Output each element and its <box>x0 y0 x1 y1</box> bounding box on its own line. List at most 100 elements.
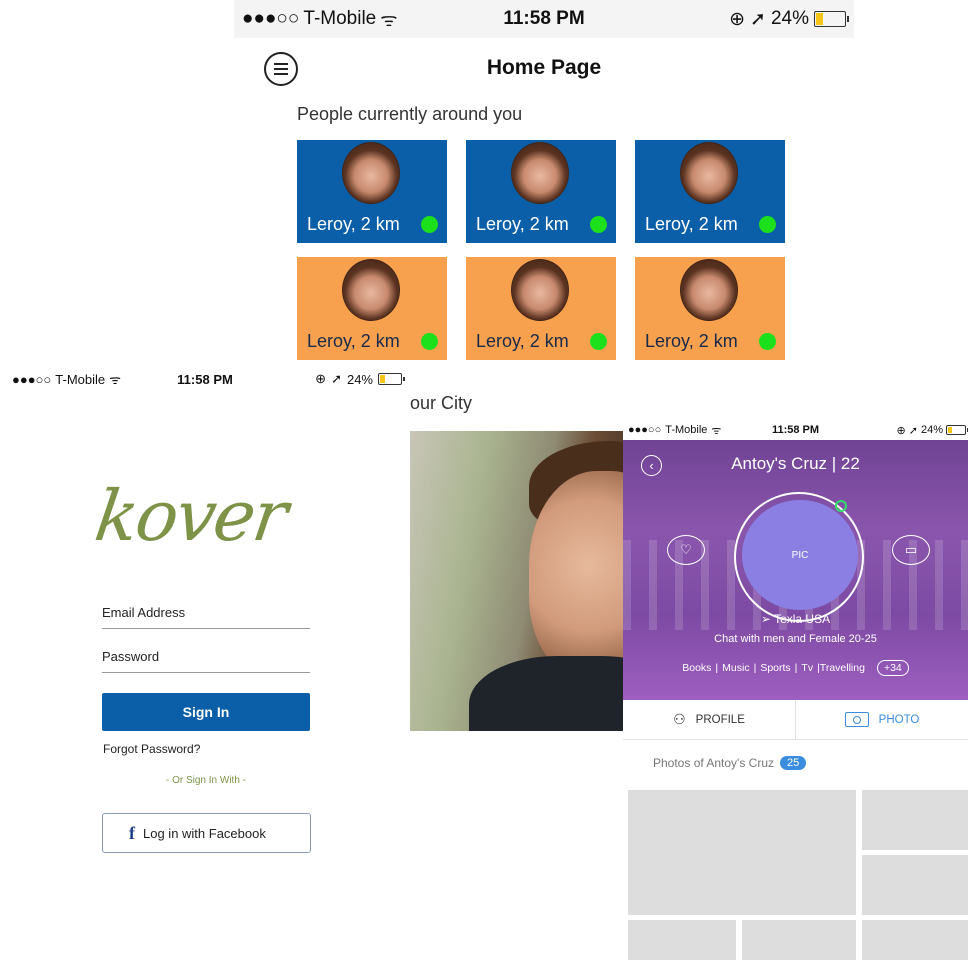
location-text: Texla USA <box>774 612 831 626</box>
tag-separator: | <box>715 662 719 674</box>
avatar <box>342 259 400 321</box>
person-card[interactable]: Leroy, 2 km <box>635 257 785 360</box>
battery-icon <box>814 11 849 27</box>
tag: Books <box>682 662 712 674</box>
status-right: ⊕ ➚ 24% <box>729 8 849 31</box>
carrier-name: T-Mobile <box>665 424 708 436</box>
photos-count-badge: 25 <box>780 756 807 770</box>
person-card[interactable]: Leroy, 2 km <box>466 140 616 243</box>
rotation-lock-icon: ⊕ <box>729 8 746 30</box>
photos-heading-text: Photos of Antoy's Cruz <box>653 756 775 770</box>
login-screen: ●●●○○ T-Mobile ᯤ 11:58 PM ⊕ ➚ 24% kover … <box>0 365 410 960</box>
interest-tags: Books | Music | Sports | Tv |Travelling … <box>623 660 968 676</box>
person-card[interactable]: Leroy, 2 km <box>466 257 616 360</box>
page-title: Home Page <box>486 56 602 79</box>
location-arrow-icon: ➚ <box>331 371 342 386</box>
status-bar: ●●●○○ T-Mobile ᯤ 11:58 PM ⊕ ➚ 24% <box>623 420 968 440</box>
clock: 11:58 PM <box>503 8 585 29</box>
tab-profile[interactable]: ⚇ PROFILE <box>623 700 795 739</box>
online-status-icon <box>590 216 607 233</box>
battery-icon <box>946 425 968 435</box>
chat-bubble-icon[interactable]: ▭ <box>892 535 930 565</box>
person-label: Leroy, 2 km <box>307 331 400 351</box>
person-label: Leroy, 2 km <box>645 331 738 351</box>
tag-separator: |Travelling <box>817 662 865 674</box>
wifi-icon: ᯤ <box>380 10 398 31</box>
people-grid: Leroy, 2 km Leroy, 2 km Leroy, 2 km Lero… <box>297 140 787 360</box>
photo-thumbnail[interactable] <box>628 920 736 960</box>
profile-name: Antoy's Cruz | 22 <box>731 454 860 473</box>
wifi-icon: ᯤ <box>109 372 121 387</box>
tag-separator: | <box>753 662 757 674</box>
online-status-icon <box>759 333 776 350</box>
user-icon: ⚇ <box>673 711 686 727</box>
status-right: ⊕ ➚ 24% <box>315 371 405 387</box>
people-around-heading: People currently around you <box>297 104 523 124</box>
email-field[interactable] <box>102 605 310 629</box>
camera-icon <box>844 712 869 727</box>
wifi-icon: ᯤ <box>711 424 722 437</box>
person-label: Leroy, 2 km <box>476 214 569 234</box>
photos-heading: Photos of Antoy's Cruz 25 <box>653 756 807 770</box>
person-card[interactable]: Leroy, 2 km <box>297 257 447 360</box>
photo-thumbnail[interactable] <box>742 920 856 960</box>
person-label: Leroy, 2 km <box>645 214 738 234</box>
carrier: ●●●○○ T-Mobile ᯤ <box>12 371 121 388</box>
online-status-icon <box>759 216 776 233</box>
location-arrow-icon: ➚ <box>908 424 918 437</box>
profile-picture[interactable]: PIC <box>742 500 858 610</box>
avatar <box>342 142 400 204</box>
carrier: ●●●○○ T-Mobile ᯤ <box>242 8 398 31</box>
status-right: ⊕ ➚ 24% <box>896 424 968 437</box>
profile-tabs: ⚇ PROFILE PHOTO <box>623 700 968 740</box>
avatar <box>680 142 738 204</box>
carrier: ●●●○○ T-Mobile ᯤ <box>628 424 722 437</box>
battery-percent: 24% <box>920 424 943 436</box>
carrier-name: T-Mobile <box>303 8 377 29</box>
city-person-photo[interactable] <box>409 431 624 731</box>
tab-label: PHOTO <box>878 713 920 726</box>
photo-thumbnail[interactable] <box>862 790 968 850</box>
kover-logo: kover <box>90 475 291 557</box>
sign-in-button[interactable]: Sign In <box>102 693 310 731</box>
person-label: Leroy, 2 km <box>307 214 400 234</box>
like-heart-icon[interactable]: ♡ <box>667 535 705 565</box>
avatar <box>680 259 738 321</box>
home-page-screen: ●●●○○ T-Mobile ᯤ 11:58 PM ⊕ ➚ 24% Home P… <box>234 0 854 365</box>
photo-thumbnail[interactable] <box>862 920 968 960</box>
clock: 11:58 PM <box>771 424 820 436</box>
rotation-lock-icon: ⊕ <box>896 424 906 437</box>
person-card[interactable]: Leroy, 2 km <box>635 140 785 243</box>
more-tags-button[interactable]: +34 <box>876 660 909 676</box>
battery-percent: 24% <box>346 371 373 387</box>
forgot-password-link[interactable]: Forgot Password? <box>103 742 200 756</box>
chat-preference: Chat with men and Female 20-25 <box>714 633 877 645</box>
person-card[interactable]: Leroy, 2 km <box>297 140 447 243</box>
location-label: ➢ Texla USA <box>623 612 968 626</box>
tag: Music <box>722 662 750 674</box>
online-status-icon <box>421 333 438 350</box>
profile-screen: ●●●○○ T-Mobile ᯤ 11:58 PM ⊕ ➚ 24% ‹ Anto… <box>623 420 968 960</box>
password-field[interactable] <box>102 649 310 673</box>
battery-icon <box>378 373 405 385</box>
photo-thumbnail[interactable] <box>628 790 856 915</box>
or-sign-in-with-label: - Or Sign In With - <box>165 775 246 786</box>
facebook-login-button[interactable]: f Log in with Facebook <box>102 813 311 853</box>
photo-thumbnail[interactable] <box>862 855 968 915</box>
online-status-icon <box>835 500 847 512</box>
online-status-icon <box>421 216 438 233</box>
tab-photo[interactable]: PHOTO <box>795 700 968 739</box>
status-bar: ●●●○○ T-Mobile ᯤ 11:58 PM ⊕ ➚ 24% <box>0 365 410 393</box>
carrier-name: T-Mobile <box>55 371 106 387</box>
battery-percent: 24% <box>770 8 809 29</box>
tag: Tv <box>801 662 814 674</box>
clock: 11:58 PM <box>177 371 233 387</box>
tag: Sports <box>760 662 791 674</box>
status-bar: ●●●○○ T-Mobile ᯤ 11:58 PM ⊕ ➚ 24% <box>234 0 854 38</box>
location-arrow-icon: ➚ <box>750 8 766 30</box>
avatar <box>511 142 569 204</box>
tab-label: PROFILE <box>695 713 745 726</box>
city-heading: our City <box>410 393 473 413</box>
avatar <box>511 259 569 321</box>
facebook-icon: f <box>129 822 135 843</box>
